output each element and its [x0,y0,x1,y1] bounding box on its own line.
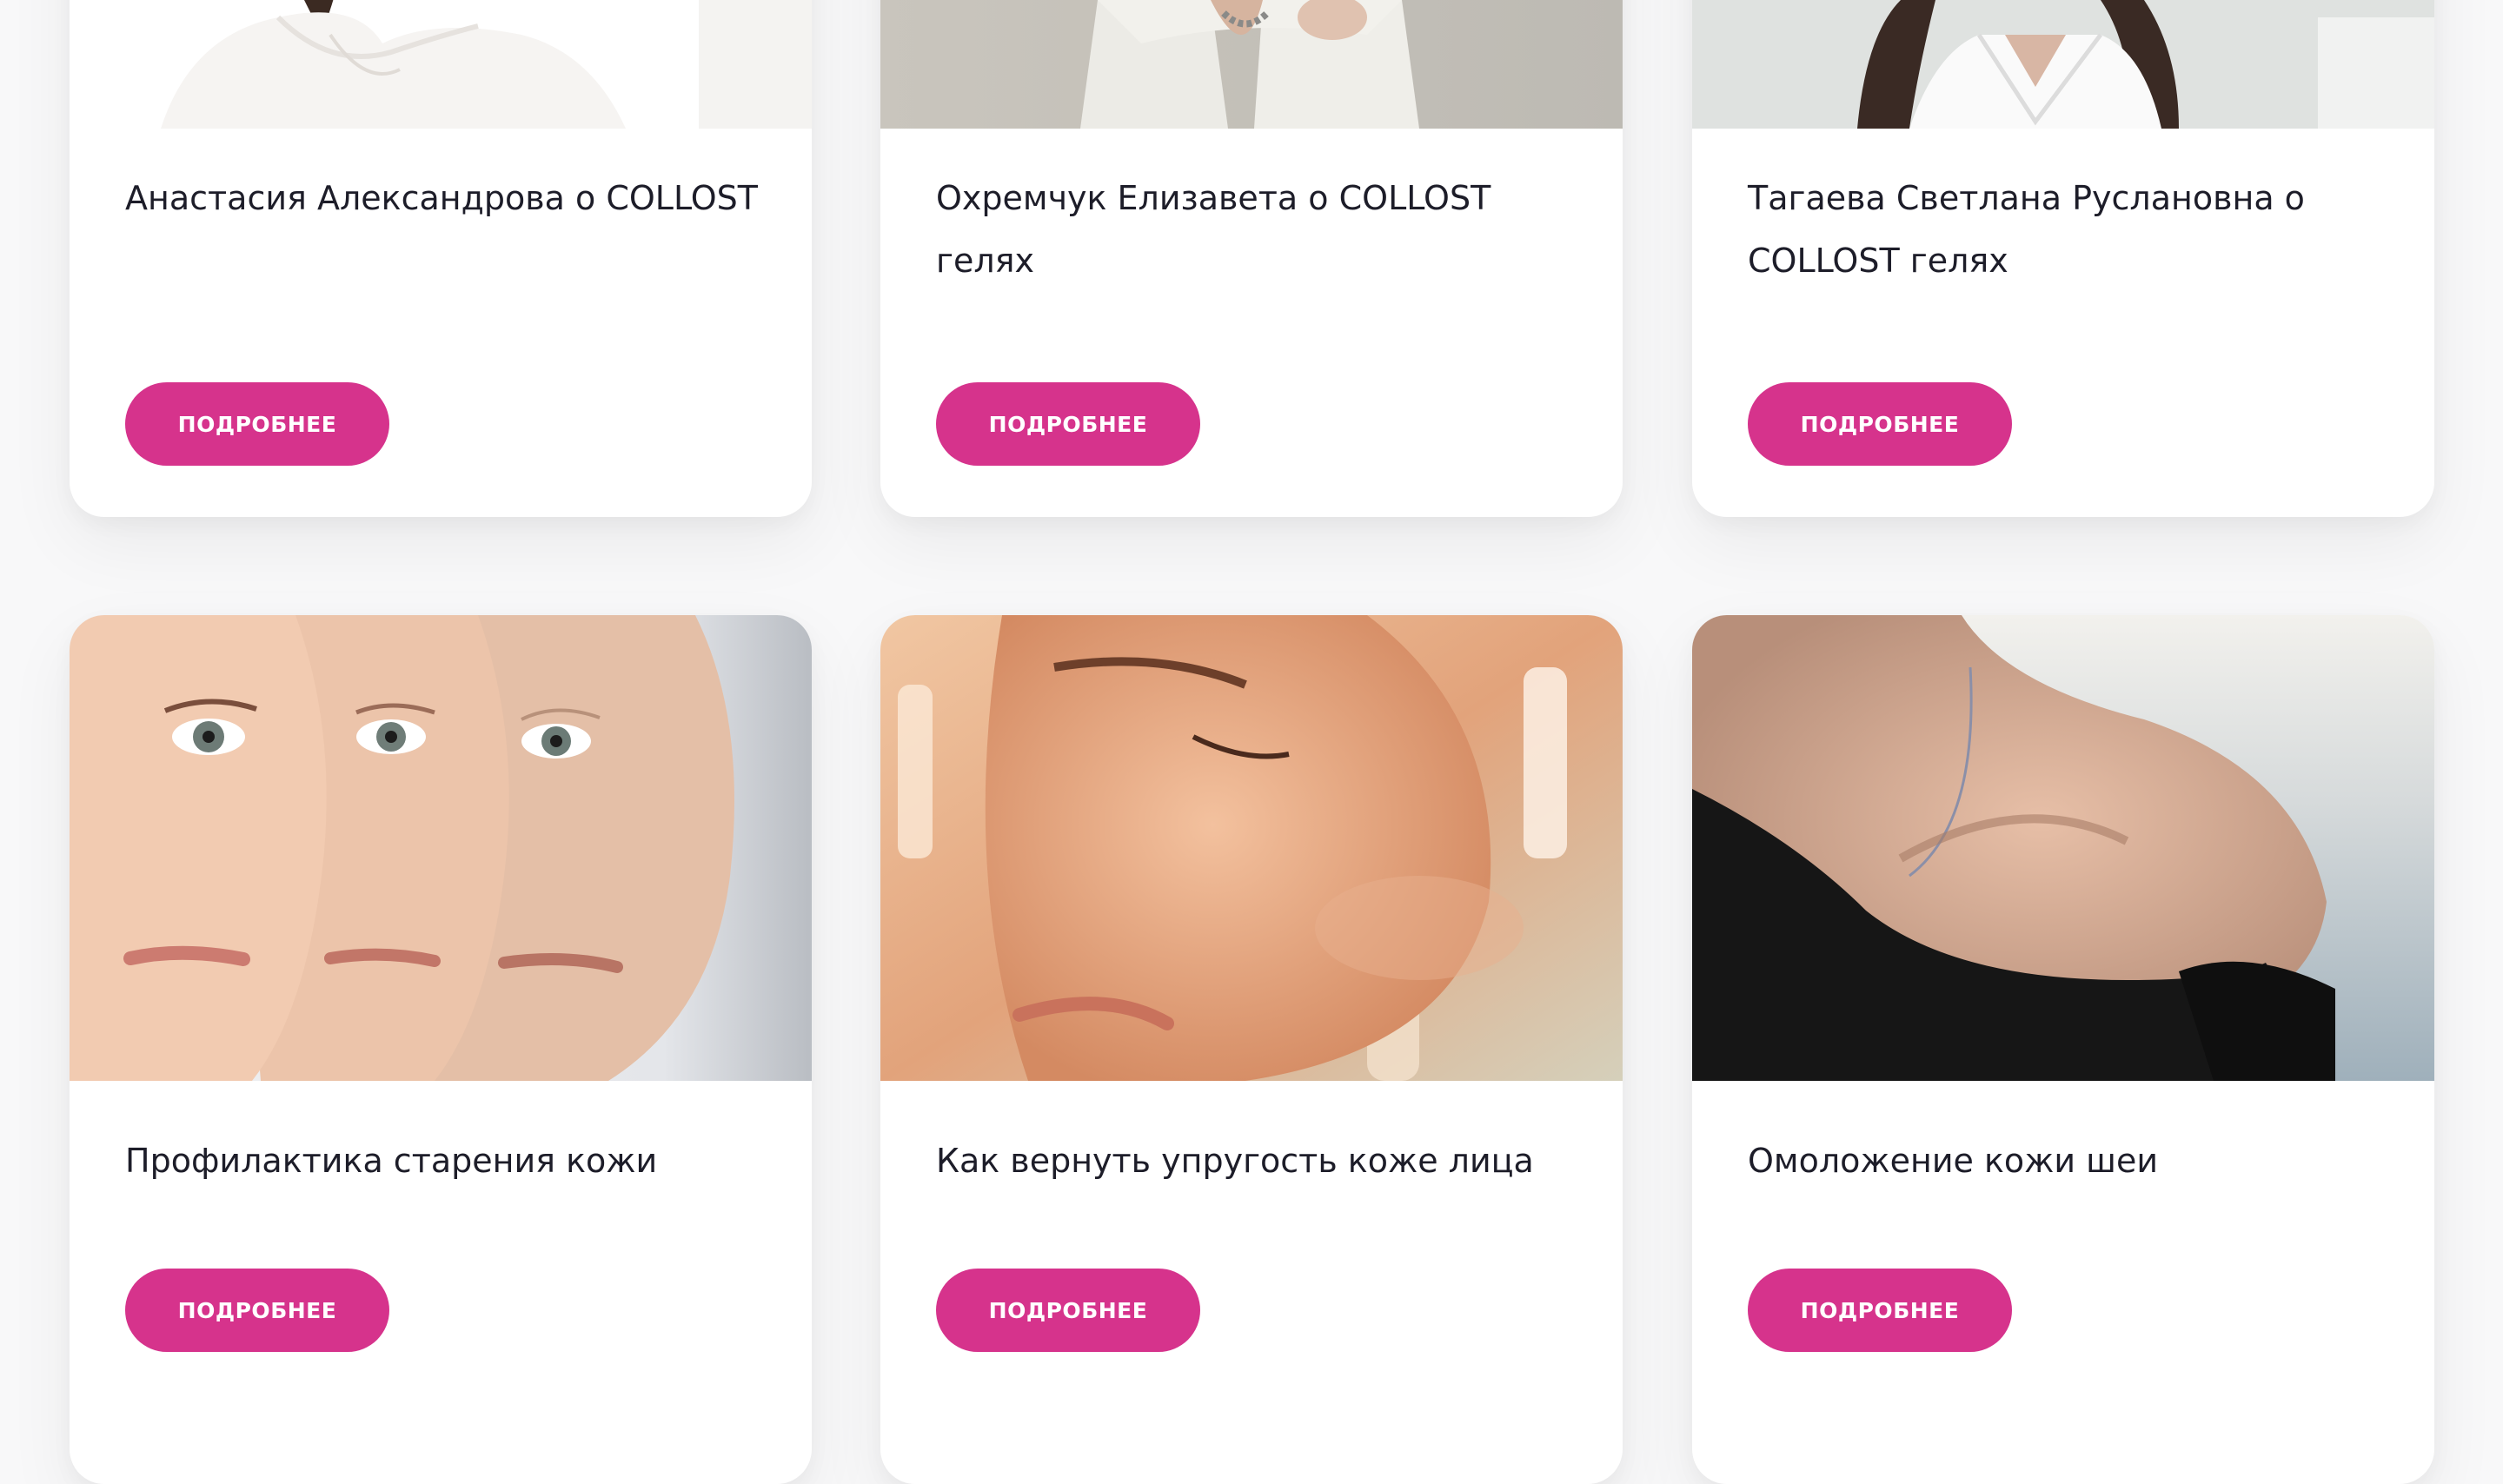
article-card: Анастасия Александрова о COLLOST ПОДРОБН… [70,0,812,517]
more-button[interactable]: ПОДРОБНЕЕ [125,382,389,466]
aging-faces-photo [70,615,812,1081]
more-button[interactable]: ПОДРОБНЕЕ [936,1269,1200,1352]
card-photo [1692,615,2434,1081]
article-card: Тагаева Светлана Руслановна о COLLOST ге… [1692,0,2434,517]
card-title: Профилактика старения кожи [125,1142,658,1180]
card-title: Охремчук Елизавета о COLLOST гелях [936,179,1491,280]
card-title: Омоложение кожи шеи [1748,1142,2159,1180]
neck-skin-photo [1692,615,2434,1081]
card-title: Тагаева Светлана Руслановна о COLLOST ге… [1748,179,2305,280]
portrait-photo [880,0,1623,129]
card-photo [880,615,1623,1081]
card-title: Анастасия Александрова о COLLOST [125,179,759,217]
more-button[interactable]: ПОДРОБНЕЕ [125,1269,389,1352]
card-photo [1692,0,2434,129]
article-card: Охремчук Елизавета о COLLOST гелях ПОДРО… [880,0,1623,517]
portrait-photo [70,0,812,129]
more-button[interactable]: ПОДРОБНЕЕ [1748,382,2012,466]
more-button[interactable]: ПОДРОБНЕЕ [1748,1269,2012,1352]
card-photo [70,615,812,1081]
more-button[interactable]: ПОДРОБНЕЕ [936,382,1200,466]
card-title: Как вернуть упругость коже лица [936,1142,1534,1180]
article-card: Как вернуть упругость коже лица ПОДРОБНЕ… [880,615,1623,1484]
face-care-photo [880,615,1623,1081]
card-photo [880,0,1623,129]
article-card: Омоложение кожи шеи ПОДРОБНЕЕ [1692,615,2434,1484]
article-card: Профилактика старения кожи ПОДРОБНЕЕ [70,615,812,1484]
card-photo [70,0,812,129]
portrait-photo [1692,0,2434,129]
